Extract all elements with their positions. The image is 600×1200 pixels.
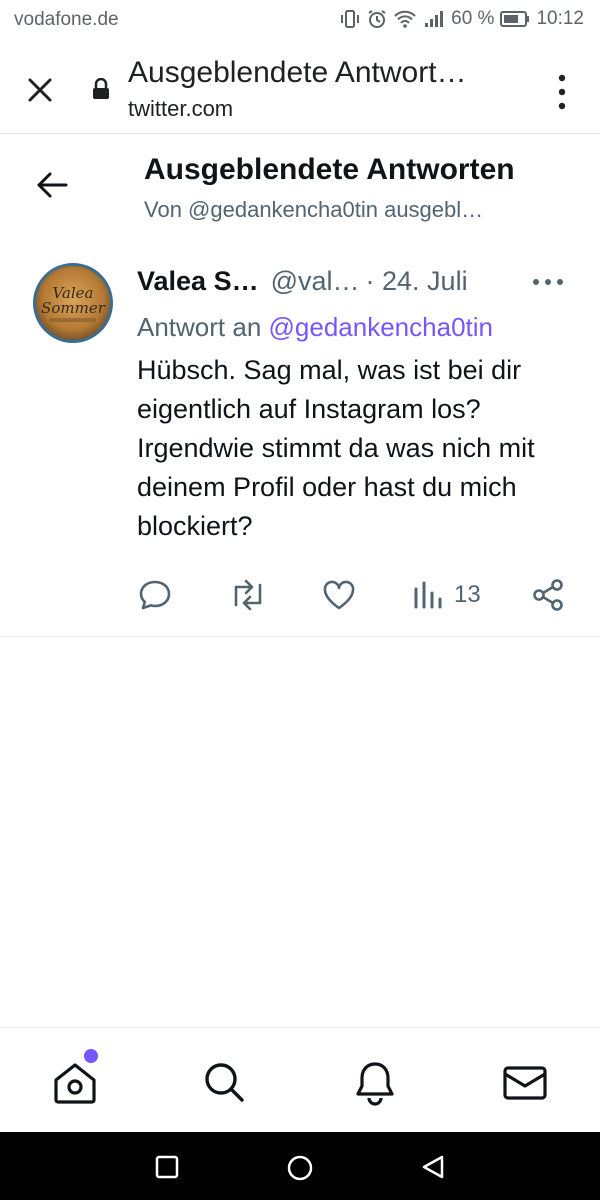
tweet-more-button[interactable] bbox=[530, 274, 566, 290]
tweet[interactable]: Valea Sommer Valea S… @val… · 24. Juli A… bbox=[0, 240, 600, 637]
tweet-text: Hübsch. Sag mal, was ist bei dir eigentl… bbox=[137, 355, 535, 541]
reply-context: Antwort an @gedankencha0tin bbox=[137, 312, 493, 343]
battery-percent: 60 % bbox=[451, 8, 495, 29]
recent-apps-icon bbox=[155, 1155, 179, 1179]
search-icon bbox=[205, 1063, 244, 1102]
alarm-icon bbox=[367, 9, 387, 29]
notifications-icon bbox=[356, 1062, 394, 1106]
page-header: Ausgeblendete Antworten Von @gedankencha… bbox=[0, 135, 600, 240]
more-horizontal-icon bbox=[533, 279, 563, 285]
browser-toolbar: Ausgeblendete Antwort… twitter.com bbox=[0, 44, 600, 134]
retweet-button[interactable] bbox=[228, 577, 268, 613]
system-back-icon bbox=[422, 1155, 444, 1179]
reply-icon bbox=[139, 580, 171, 610]
wifi-icon bbox=[393, 9, 417, 29]
avatar[interactable]: Valea Sommer bbox=[33, 263, 113, 343]
avatar-logo-line bbox=[50, 318, 96, 322]
page-title: Ausgeblendete Antworten bbox=[144, 153, 515, 186]
home-notification-dot bbox=[84, 1049, 98, 1063]
nav-messages[interactable] bbox=[500, 1058, 550, 1108]
vibrate-icon bbox=[339, 9, 361, 29]
close-tab-button[interactable] bbox=[22, 72, 58, 108]
reply-button[interactable] bbox=[137, 577, 173, 613]
author-handle[interactable]: @val… bbox=[271, 266, 360, 297]
share-button[interactable] bbox=[530, 577, 566, 613]
messages-icon bbox=[503, 1066, 547, 1100]
reply-to-handle[interactable]: @gedankencha0tin bbox=[269, 312, 493, 342]
back-arrow-icon bbox=[37, 172, 68, 198]
retweet-icon bbox=[234, 579, 262, 611]
lock-icon bbox=[92, 77, 110, 100]
bottom-navigation bbox=[0, 1027, 600, 1132]
back-button[interactable] bbox=[34, 169, 70, 201]
browser-menu-button[interactable] bbox=[548, 70, 576, 114]
system-navigation-bar bbox=[0, 1132, 600, 1200]
tweet-date[interactable]: · 24. Juli bbox=[366, 266, 468, 297]
battery-icon bbox=[500, 10, 530, 28]
nav-notifications[interactable] bbox=[350, 1058, 400, 1108]
status-icons: 60 % 10:12 bbox=[339, 8, 584, 30]
more-vertical-icon bbox=[558, 74, 566, 110]
like-icon bbox=[323, 580, 355, 610]
clock-time: 10:12 bbox=[536, 8, 584, 29]
home-icon bbox=[54, 1063, 96, 1104]
reply-prefix: Antwort an bbox=[137, 312, 262, 342]
back-system-button[interactable] bbox=[420, 1154, 446, 1180]
tweet-actions: 13 bbox=[0, 577, 600, 617]
views-button[interactable]: 13 bbox=[412, 577, 481, 613]
tweet-header: Valea S… @val… · 24. Juli bbox=[137, 266, 468, 297]
status-bar: vodafone.de 60 % 10:12 bbox=[0, 0, 600, 44]
avatar-logo-text: Valea Sommer bbox=[41, 284, 105, 317]
system-home-icon bbox=[287, 1155, 313, 1181]
browser-page-title: Ausgeblendete Antwort… bbox=[128, 56, 467, 89]
nav-home[interactable] bbox=[50, 1058, 100, 1108]
like-button[interactable] bbox=[321, 577, 357, 613]
browser-url-host[interactable]: twitter.com bbox=[128, 96, 233, 122]
home-system-button[interactable] bbox=[286, 1154, 313, 1181]
author-name[interactable]: Valea S… bbox=[137, 266, 259, 297]
signal-icon bbox=[423, 9, 445, 29]
close-icon bbox=[28, 78, 52, 102]
carrier-label: vodafone.de bbox=[14, 9, 119, 30]
nav-search[interactable] bbox=[200, 1058, 250, 1108]
page-subtitle: Von @gedankencha0tin ausgebl… bbox=[144, 197, 484, 222]
share-icon bbox=[533, 579, 563, 611]
views-count: 13 bbox=[454, 581, 481, 608]
recent-apps-button[interactable] bbox=[154, 1154, 180, 1180]
views-icon bbox=[414, 581, 442, 609]
